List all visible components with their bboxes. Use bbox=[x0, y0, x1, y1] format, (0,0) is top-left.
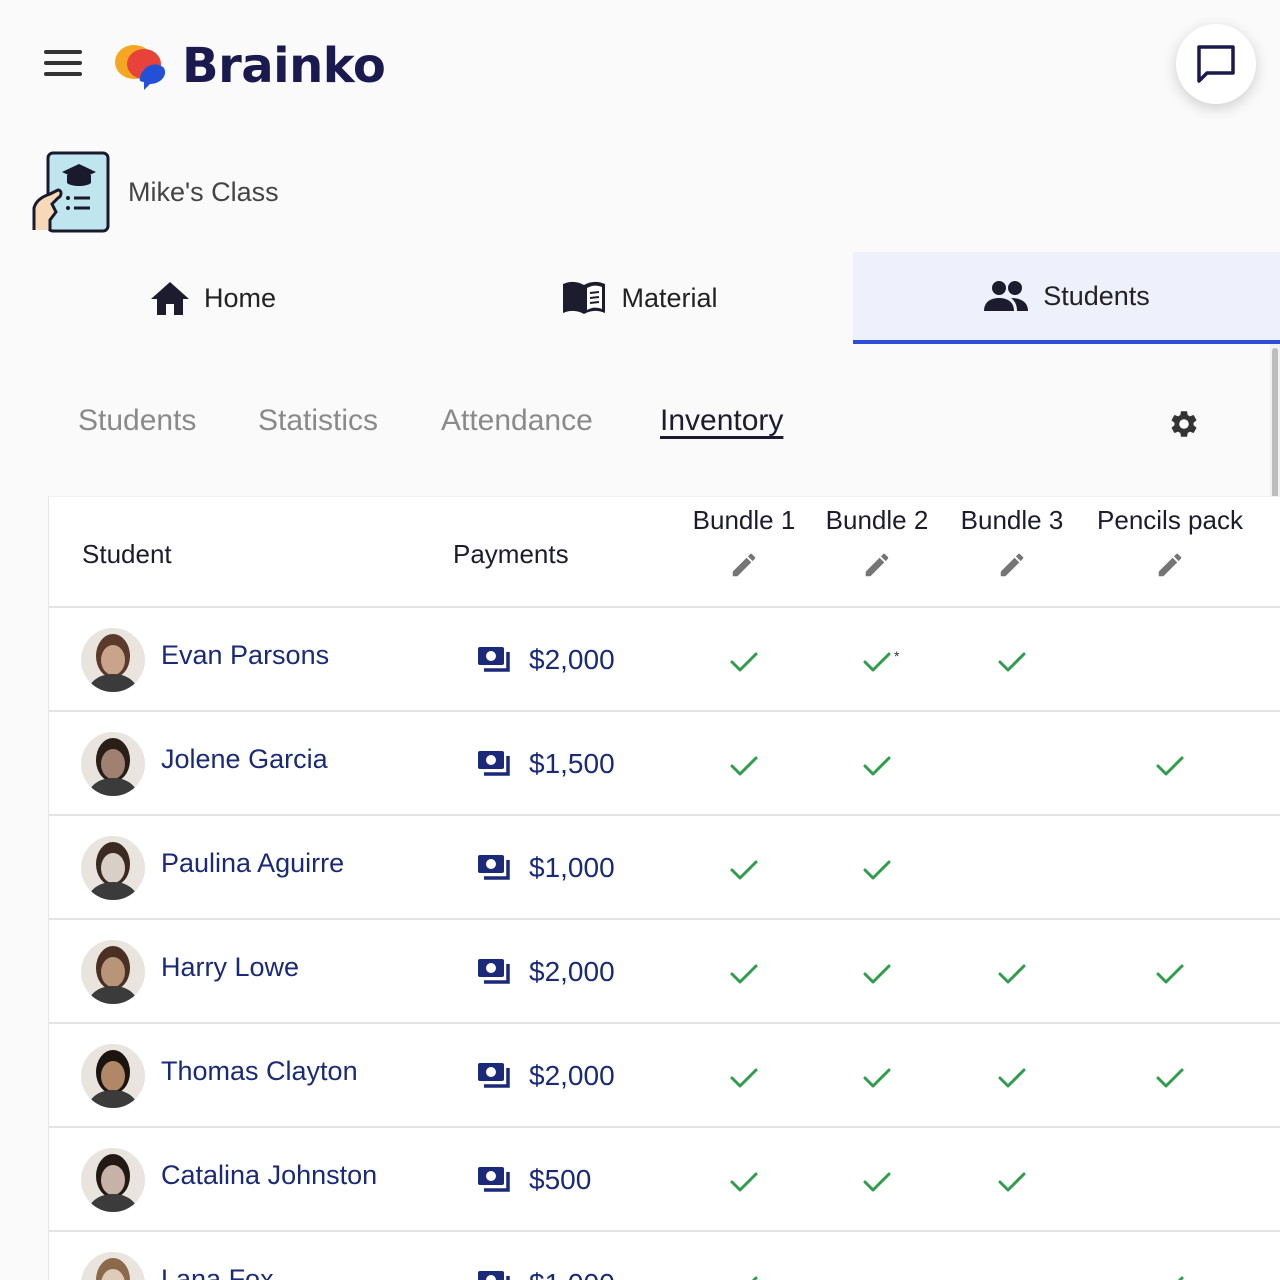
settings-gear-icon[interactable] bbox=[1168, 408, 1200, 440]
table-row: Jolene Garcia $1,500 bbox=[49, 712, 1280, 816]
check-icon[interactable] bbox=[997, 962, 1027, 986]
payment-cash-icon[interactable] bbox=[477, 646, 513, 674]
payment-cash-icon[interactable] bbox=[477, 1166, 513, 1194]
check-icon[interactable] bbox=[862, 650, 892, 674]
payment-amount: $500 bbox=[529, 1164, 592, 1195]
student-name-link[interactable]: Catalina Johnston bbox=[161, 1160, 377, 1191]
check-icon[interactable] bbox=[997, 650, 1027, 674]
payment-amount: $1,000 bbox=[529, 852, 615, 883]
check-icon[interactable] bbox=[1155, 754, 1185, 778]
tab-home[interactable]: Home bbox=[0, 252, 426, 344]
student-name-link[interactable]: Thomas Clayton bbox=[161, 1056, 358, 1087]
check-icon[interactable] bbox=[729, 650, 759, 674]
check-icon[interactable] bbox=[997, 1066, 1027, 1090]
check-icon[interactable] bbox=[729, 754, 759, 778]
check-icon[interactable] bbox=[862, 754, 892, 778]
chat-button[interactable] bbox=[1176, 24, 1256, 104]
table-row: Harry Lowe $2,000 bbox=[49, 920, 1280, 1024]
avatar[interactable] bbox=[81, 628, 145, 692]
check-icon[interactable] bbox=[862, 962, 892, 986]
tab-home-label: Home bbox=[203, 282, 277, 313]
check-icon[interactable] bbox=[1155, 1274, 1185, 1280]
student-name-link[interactable]: Jolene Garcia bbox=[161, 744, 328, 775]
table-row: Paulina Aguirre $1,000 bbox=[49, 816, 1280, 920]
payment-cash-icon[interactable] bbox=[477, 958, 513, 986]
header-bundle-1: Bundle 1 bbox=[684, 505, 804, 580]
bundle-label: Bundle 2 bbox=[825, 505, 929, 535]
payment-cash-icon[interactable] bbox=[477, 750, 513, 778]
check-icon[interactable] bbox=[729, 858, 759, 882]
sub-tabs: Students Statistics Attendance Inventory bbox=[78, 404, 1228, 454]
payment-cash-icon[interactable] bbox=[477, 1062, 513, 1090]
table-row: Evan Parsons $2,000 * bbox=[49, 608, 1280, 712]
brand-logo[interactable]: Brainko bbox=[112, 38, 386, 94]
bundle-label: Pencils pack bbox=[1097, 505, 1243, 535]
avatar[interactable] bbox=[81, 1252, 145, 1280]
student-name-link[interactable]: Paulina Aguirre bbox=[161, 848, 344, 879]
check-icon[interactable] bbox=[1155, 1066, 1185, 1090]
payment-amount: $1,000 bbox=[529, 1268, 615, 1280]
edit-pencil-icon[interactable] bbox=[997, 550, 1027, 580]
subtab-students[interactable]: Students bbox=[78, 404, 196, 438]
class-icon bbox=[32, 151, 110, 233]
tab-students[interactable]: Students bbox=[853, 252, 1280, 344]
table-header: Student Payments Bundle 1 Bundle 2 Bundle … bbox=[49, 497, 1280, 608]
student-name-link[interactable]: Lana Fox bbox=[161, 1264, 274, 1280]
table-row: Thomas Clayton $2,000 bbox=[49, 1024, 1280, 1128]
app-name: Brainko bbox=[182, 38, 386, 94]
payment-amount: $2,000 bbox=[529, 644, 615, 675]
payment-cash-icon[interactable] bbox=[477, 854, 513, 882]
home-icon bbox=[150, 282, 189, 315]
bundle-label: Bundle 3 bbox=[960, 505, 1064, 535]
subtab-statistics[interactable]: Statistics bbox=[258, 404, 378, 438]
header-bundle-4: Pencils pack bbox=[1085, 505, 1255, 580]
hamburger-icon[interactable] bbox=[44, 50, 84, 80]
book-icon bbox=[563, 281, 606, 314]
table-row: Catalina Johnston $500 bbox=[49, 1128, 1280, 1232]
student-name-link[interactable]: Evan Parsons bbox=[161, 640, 329, 671]
header-student: Student bbox=[82, 539, 172, 569]
payment-amount: $2,000 bbox=[529, 1060, 615, 1091]
subtab-attendance[interactable]: Attendance bbox=[441, 404, 593, 438]
payment-amount: $2,000 bbox=[529, 956, 615, 987]
check-icon[interactable] bbox=[729, 1066, 759, 1090]
brainko-logo-icon bbox=[115, 45, 166, 90]
chat-icon bbox=[1197, 45, 1235, 83]
avatar[interactable] bbox=[81, 940, 145, 1004]
edit-pencil-icon[interactable] bbox=[1155, 550, 1185, 580]
check-icon[interactable] bbox=[862, 858, 892, 882]
check-icon[interactable] bbox=[729, 1274, 759, 1280]
edit-pencil-icon[interactable] bbox=[862, 550, 892, 580]
check-icon[interactable] bbox=[997, 1170, 1027, 1194]
header-payments: Payments bbox=[453, 539, 569, 569]
inventory-table: Student Payments Bundle 1 Bundle 2 Bundle … bbox=[48, 496, 1280, 1280]
edit-pencil-icon[interactable] bbox=[729, 550, 759, 580]
bundle-label: Bundle 1 bbox=[692, 505, 796, 535]
check-icon[interactable] bbox=[862, 1170, 892, 1194]
check-icon[interactable] bbox=[1155, 962, 1185, 986]
people-icon bbox=[984, 281, 1029, 311]
header-bundle-3: Bundle 3 bbox=[952, 505, 1072, 580]
check-icon[interactable] bbox=[729, 1170, 759, 1194]
payment-cash-icon[interactable] bbox=[477, 1270, 513, 1280]
tab-students-label: Students bbox=[1043, 280, 1150, 311]
top-bar: Brainko bbox=[0, 0, 1280, 130]
class-name: Mike's Class bbox=[128, 176, 279, 207]
table-row: Lana Fox $1,000 bbox=[49, 1232, 1280, 1280]
subtab-inventory[interactable]: Inventory bbox=[660, 404, 783, 438]
class-header: Mike's Class bbox=[32, 150, 279, 234]
check-icon[interactable] bbox=[862, 1066, 892, 1090]
header-bundle-2: Bundle 2 bbox=[817, 505, 937, 580]
avatar[interactable] bbox=[81, 836, 145, 900]
avatar[interactable] bbox=[81, 1148, 145, 1212]
tab-material-label: Material bbox=[621, 282, 718, 313]
note-asterisk: * bbox=[894, 648, 900, 664]
tab-material[interactable]: Material bbox=[426, 252, 853, 344]
student-name-link[interactable]: Harry Lowe bbox=[161, 952, 299, 983]
check-icon[interactable] bbox=[729, 962, 759, 986]
main-tabs: Home Material Students bbox=[0, 252, 1280, 344]
avatar[interactable] bbox=[81, 732, 145, 796]
payment-amount: $1,500 bbox=[529, 748, 615, 779]
avatar[interactable] bbox=[81, 1044, 145, 1108]
